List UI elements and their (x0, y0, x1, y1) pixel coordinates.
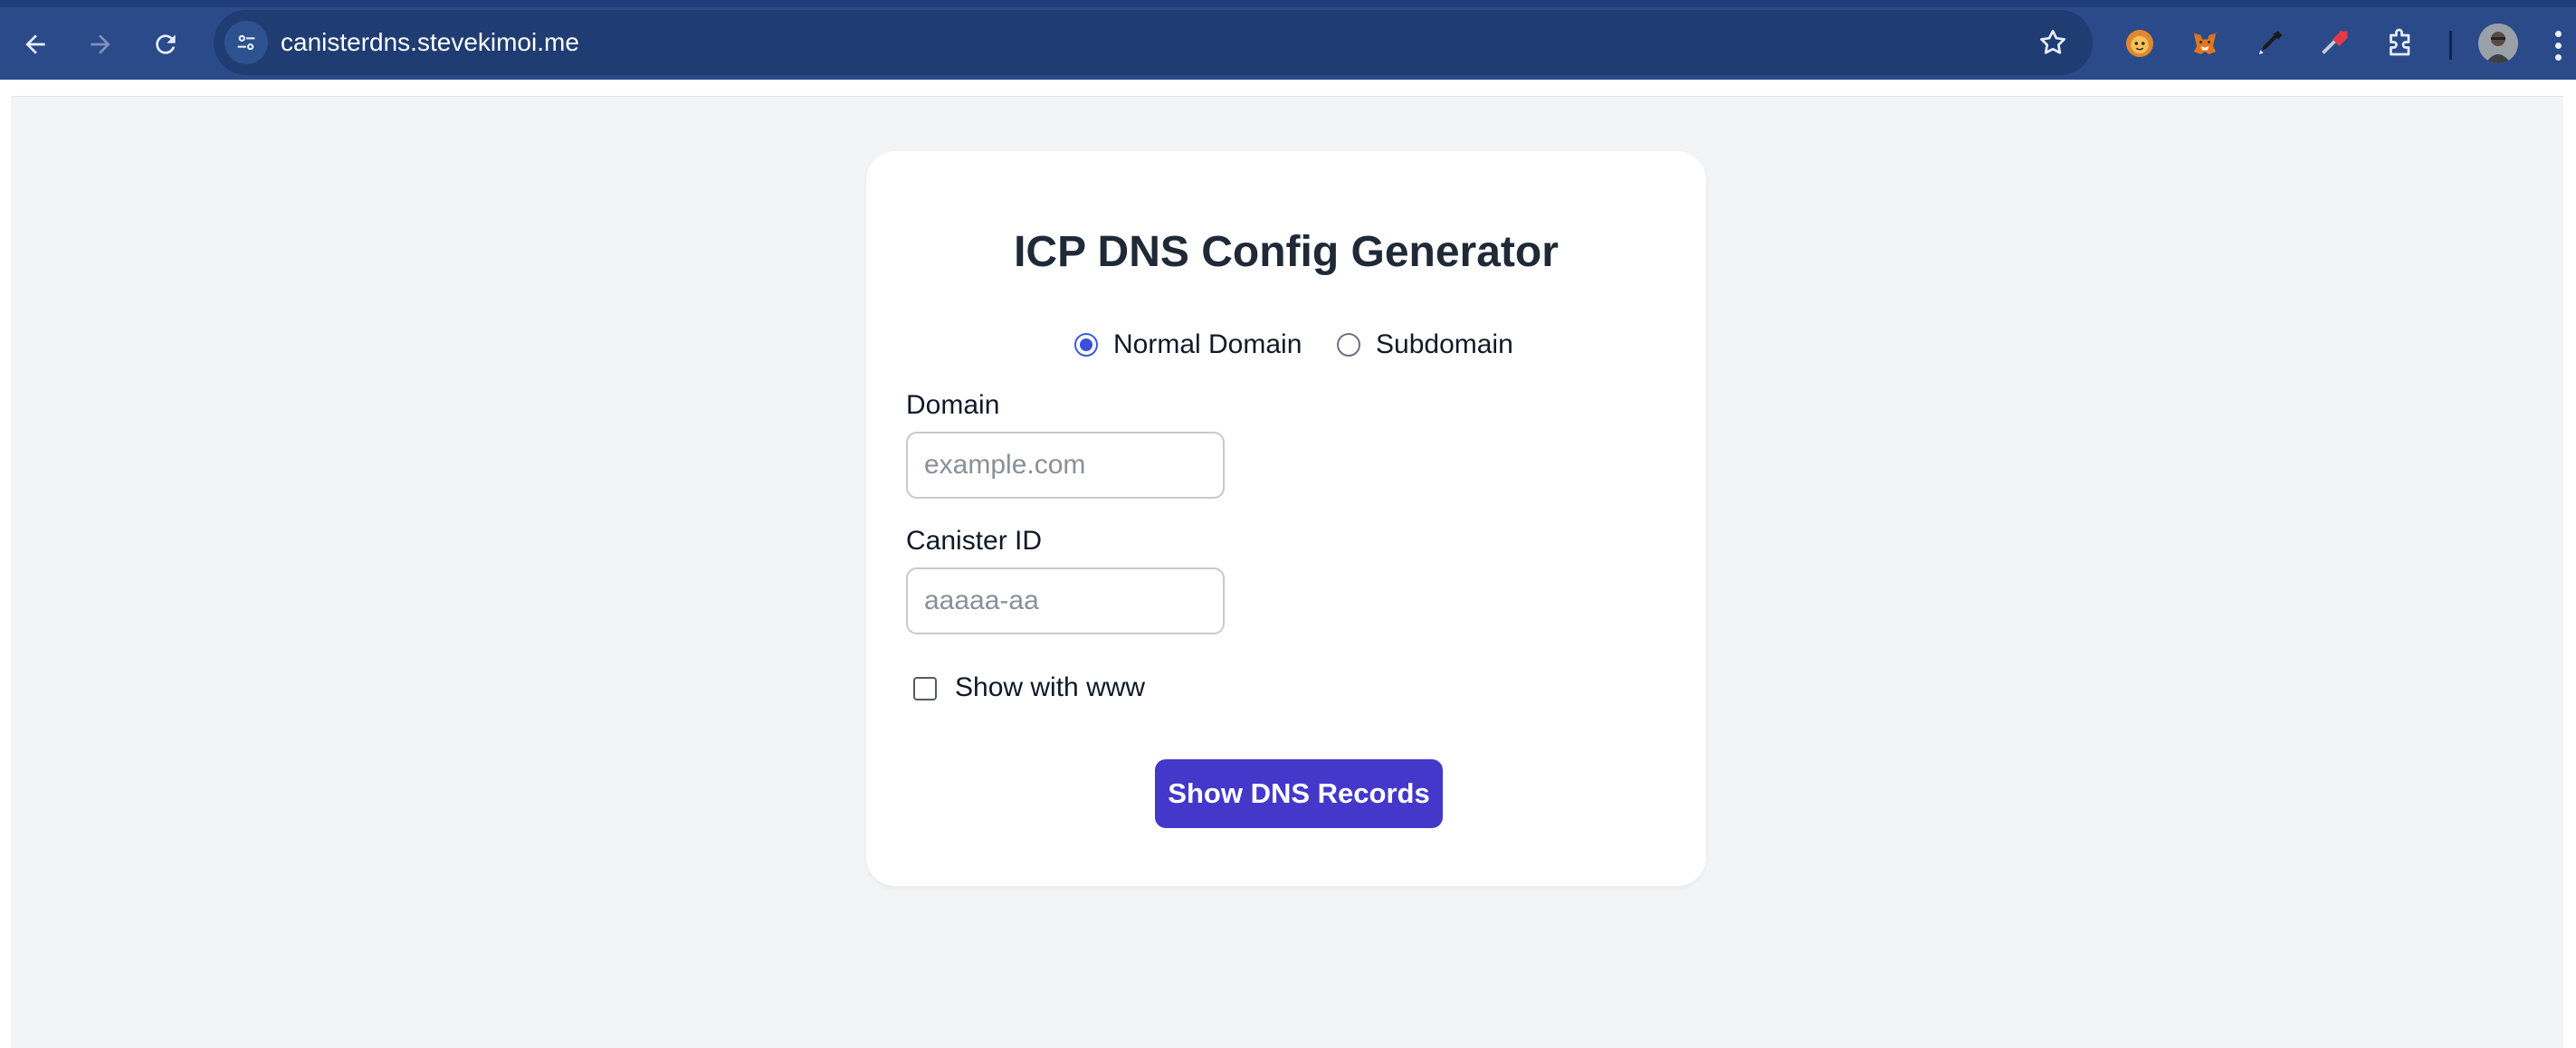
avatar-icon (2478, 24, 2518, 63)
highlighter-icon[interactable] (2317, 25, 2353, 62)
reload-icon (156, 34, 176, 54)
show-dns-records-button[interactable]: Show DNS Records (1155, 759, 1443, 828)
canister-id-label: Canister ID (906, 526, 1043, 556)
arrow-right-icon (91, 34, 110, 54)
toolbar-divider (2449, 31, 2452, 60)
forward-button[interactable] (80, 24, 121, 65)
normal-domain-radio[interactable] (1074, 333, 1098, 357)
url-text[interactable]: canisterdns.stevekimoi.me (281, 10, 579, 75)
fox-face-icon[interactable] (2122, 25, 2158, 62)
menu-dot (2554, 42, 2562, 49)
metamask-fox-icon[interactable] (2187, 25, 2223, 62)
show-www-label[interactable]: Show with www (955, 672, 1145, 703)
subdomain-label[interactable]: Subdomain (1376, 327, 1513, 363)
bookmark-star-icon[interactable] (2037, 26, 2069, 59)
subdomain-radio[interactable] (1337, 333, 1360, 357)
browser-menu-button[interactable] (2547, 24, 2569, 67)
domain-label: Domain (906, 390, 1000, 420)
config-card: ICP DNS Config Generator Normal Domain S… (866, 151, 1706, 886)
domain-input[interactable] (906, 432, 1225, 499)
site-info-button[interactable] (224, 21, 268, 64)
back-button[interactable] (14, 24, 56, 65)
normal-domain-label[interactable]: Normal Domain (1113, 327, 1302, 363)
domain-type-group: Normal Domain Subdomain (866, 327, 1706, 363)
arrow-left-icon (25, 34, 45, 54)
profile-avatar[interactable] (2478, 24, 2518, 63)
page-viewport: ICP DNS Config Generator Normal Domain S… (11, 96, 2563, 1048)
reload-button[interactable] (145, 24, 186, 65)
address-bar[interactable]: canisterdns.stevekimoi.me (214, 10, 2093, 75)
eyedropper-icon[interactable] (2252, 25, 2288, 62)
menu-dot (2554, 30, 2562, 37)
menu-dot (2554, 53, 2562, 61)
show-www-checkbox[interactable] (913, 677, 937, 700)
page-title: ICP DNS Config Generator (1014, 228, 1559, 276)
canister-id-input[interactable] (906, 567, 1225, 634)
browser-toolbar: canisterdns.stevekimoi.me (0, 0, 2576, 80)
tune-icon (237, 34, 255, 51)
puzzle-piece-icon[interactable] (2382, 25, 2419, 62)
